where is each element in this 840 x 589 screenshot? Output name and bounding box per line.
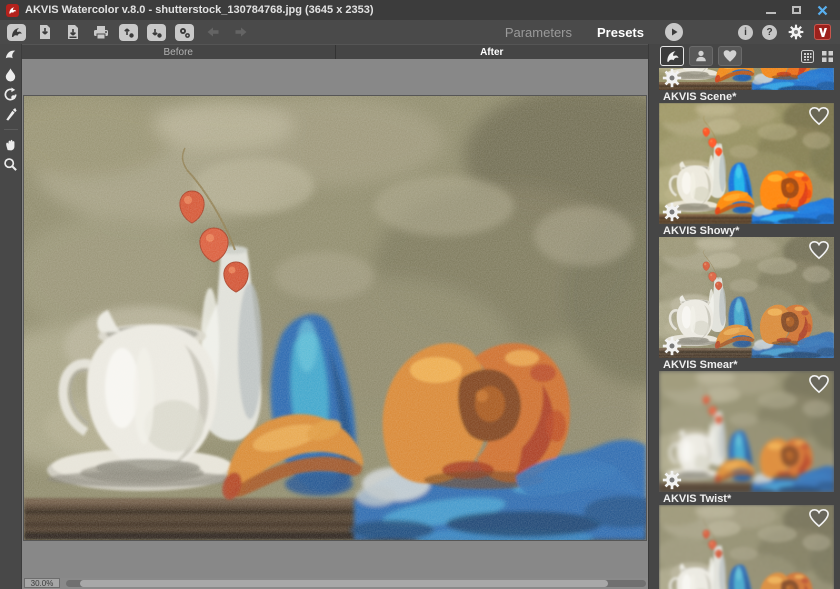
redo-button[interactable] [231,24,250,41]
toolbar: Parameters Presets i ? [0,20,840,44]
undo-button[interactable] [203,24,222,41]
filter-user-presets-button[interactable] [689,46,713,66]
preset-label[interactable]: AKVIS Twist* [659,492,835,505]
batch-processing-button[interactable] [175,24,194,41]
view-grid-small-button[interactable] [800,49,814,63]
run-button[interactable] [665,23,683,41]
favorite-heart-icon[interactable] [808,240,830,260]
akvis-watercolor-window: AKVIS Watercolor v.8.0 - shutterstock_13… [0,0,840,589]
view-grid-large-button[interactable] [820,49,834,63]
tab-after[interactable]: After [336,45,649,59]
preset-label[interactable]: AKVIS Smear* [659,358,835,371]
image-workspace: Before After 30.0% [22,44,648,589]
akvis-horse-icon [665,49,680,64]
help-button[interactable]: ? [762,25,777,40]
export-presets-button[interactable] [147,24,166,41]
preset-settings-gear-icon[interactable] [662,470,682,490]
horizontal-scrollbar-thumb[interactable] [80,580,608,587]
redo-arrow-icon [234,26,248,38]
presets-panel: AKVIS Scene* AKVIS Showy* AKVIS Smear* [655,44,839,589]
import-preset-icon [122,26,135,39]
preset-label[interactable]: AKVIS Showy* [659,224,835,237]
processed-image[interactable] [24,96,646,540]
image-canvas[interactable] [22,59,648,578]
presets-filter-bar [655,44,839,68]
import-presets-button[interactable] [119,24,138,41]
save-image-button[interactable] [63,24,82,41]
info-button[interactable]: i [738,25,753,40]
preset-thumbnail-twist[interactable] [659,505,834,589]
history-brush-tool[interactable] [3,87,18,102]
zoom-level-field[interactable]: 30.0% [24,578,60,588]
heart-icon [722,49,738,63]
print-button[interactable] [91,24,110,41]
app-logo-icon [6,4,19,17]
akvis-logo-icon [10,26,23,39]
preset-label[interactable]: AKVIS Scene* [659,90,835,103]
help-icon: ? [766,27,772,38]
filter-akvis-presets-button[interactable] [660,46,684,66]
open-image-button[interactable] [35,24,54,41]
preview-brush-tool[interactable] [3,47,18,62]
export-preset-icon [150,26,163,39]
hand-tool[interactable] [3,137,18,152]
tool-panel [0,44,22,589]
titlebar: AKVIS Watercolor v.8.0 - shutterstock_13… [0,0,840,20]
grid-small-icon [801,50,814,63]
akvis-badge-button[interactable] [814,24,831,40]
tab-before[interactable]: Before [22,45,336,59]
zoom-level-value: 30.0% [31,579,54,588]
favorite-heart-icon[interactable] [808,106,830,126]
window-title: AKVIS Watercolor v.8.0 - shutterstock_13… [25,4,374,16]
smudge-tool[interactable] [3,107,18,122]
blur-drop-tool[interactable] [3,67,18,82]
preset-thumbnail-scene[interactable] [659,103,834,224]
preset-settings-gear-icon[interactable] [662,336,682,356]
preset-settings-gear-icon[interactable] [662,202,682,222]
preset-settings-gear-icon[interactable] [662,68,682,88]
preset-list: AKVIS Scene* AKVIS Showy* AKVIS Smear* [655,68,839,589]
zoom-tool[interactable] [3,157,18,172]
maximize-button[interactable] [792,6,801,14]
gears-icon [178,26,191,39]
akvis-badge-icon [818,27,828,38]
filter-favorites-button[interactable] [718,46,742,66]
gear-icon [788,24,804,40]
preset-thumbnail-partial[interactable] [659,68,834,90]
tool-separator [4,129,18,130]
info-icon: i [744,27,747,38]
close-button[interactable] [817,5,828,16]
preset-thumbnail-showy-selected[interactable] [659,237,834,358]
main-area: Before After 30.0% [0,44,840,589]
open-file-icon [38,24,52,40]
presets-tab-label[interactable]: Presets [597,25,644,40]
horizontal-scrollbar[interactable] [66,580,646,587]
user-icon [694,49,708,63]
play-icon [669,27,679,37]
panel-splitter[interactable] [648,44,655,589]
parameters-tab-label[interactable]: Parameters [505,25,572,40]
app-menu-button[interactable] [7,24,26,41]
undo-arrow-icon [206,26,220,38]
favorite-heart-icon[interactable] [808,508,830,528]
preset-thumbnail-smear[interactable] [659,371,834,492]
statusbar: 30.0% [22,578,648,589]
preferences-button[interactable] [786,24,805,41]
printer-icon [93,25,109,40]
favorite-heart-icon[interactable] [808,374,830,394]
save-file-icon [66,24,80,40]
view-tabs: Before After [22,44,648,59]
minimize-button[interactable] [766,12,776,14]
grid-large-icon [821,50,834,63]
